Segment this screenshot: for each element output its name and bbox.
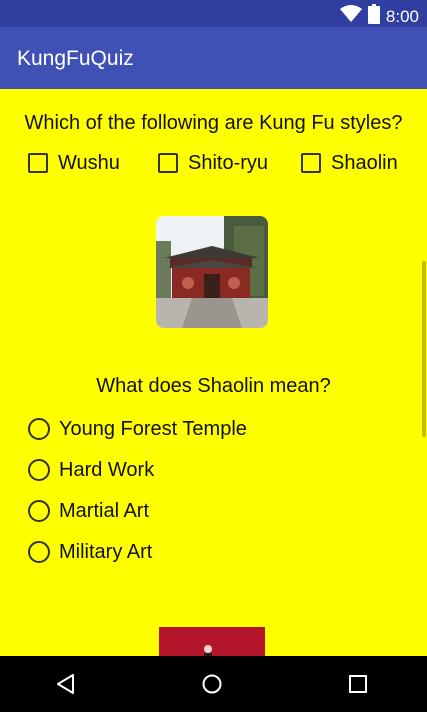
app-title: KungFuQuiz	[17, 47, 134, 70]
radio-label: Young Forest Temple	[59, 417, 247, 440]
checkbox-label: Shito-ryu	[188, 151, 269, 174]
question-2-text: What does Shaolin mean?	[96, 375, 331, 397]
checkbox-box[interactable]	[28, 153, 48, 173]
checkbox-label: Wushu	[58, 151, 120, 174]
radio-circle[interactable]	[28, 459, 50, 481]
question-3-image	[159, 627, 265, 656]
radio-military-art[interactable]: Military Art	[28, 539, 152, 565]
status-time: 8:00	[385, 6, 419, 26]
radio-label: Hard Work	[59, 458, 155, 481]
checkbox-box[interactable]	[301, 153, 321, 173]
radio-label: Martial Art	[59, 499, 150, 522]
radio-circle[interactable]	[28, 500, 50, 522]
quiz-content[interactable]: Which of the following are Kung Fu style…	[0, 89, 427, 656]
battery-icon	[367, 4, 380, 29]
checkbox-label: Shaolin	[331, 151, 398, 174]
radio-circle[interactable]	[28, 541, 50, 563]
home-icon[interactable]	[198, 670, 226, 698]
radio-martial-art[interactable]: Martial Art	[28, 498, 149, 524]
checkbox-wushu[interactable]: Wushu	[28, 151, 120, 175]
shaolin-temple-image	[156, 216, 268, 328]
radio-hard-work[interactable]: Hard Work	[28, 457, 154, 483]
scrollbar[interactable]	[422, 261, 426, 437]
status-bar: 8:00	[0, 0, 427, 27]
question-1-text: Which of the following are Kung Fu style…	[24, 112, 403, 134]
checkbox-box[interactable]	[158, 153, 178, 173]
checkbox-shito-ryu[interactable]: Shito-ryu	[158, 151, 268, 175]
navigation-bar	[0, 656, 427, 712]
radio-label: Military Art	[59, 540, 153, 563]
status-icons: 8:00	[339, 4, 419, 29]
back-icon[interactable]	[52, 670, 80, 698]
checkbox-shaolin[interactable]: Shaolin	[301, 151, 398, 175]
radio-young-forest-temple[interactable]: Young Forest Temple	[28, 416, 247, 442]
wifi-icon	[339, 5, 362, 28]
radio-circle[interactable]	[28, 418, 50, 440]
recents-icon[interactable]	[344, 670, 372, 698]
app-bar: KungFuQuiz	[0, 27, 427, 89]
